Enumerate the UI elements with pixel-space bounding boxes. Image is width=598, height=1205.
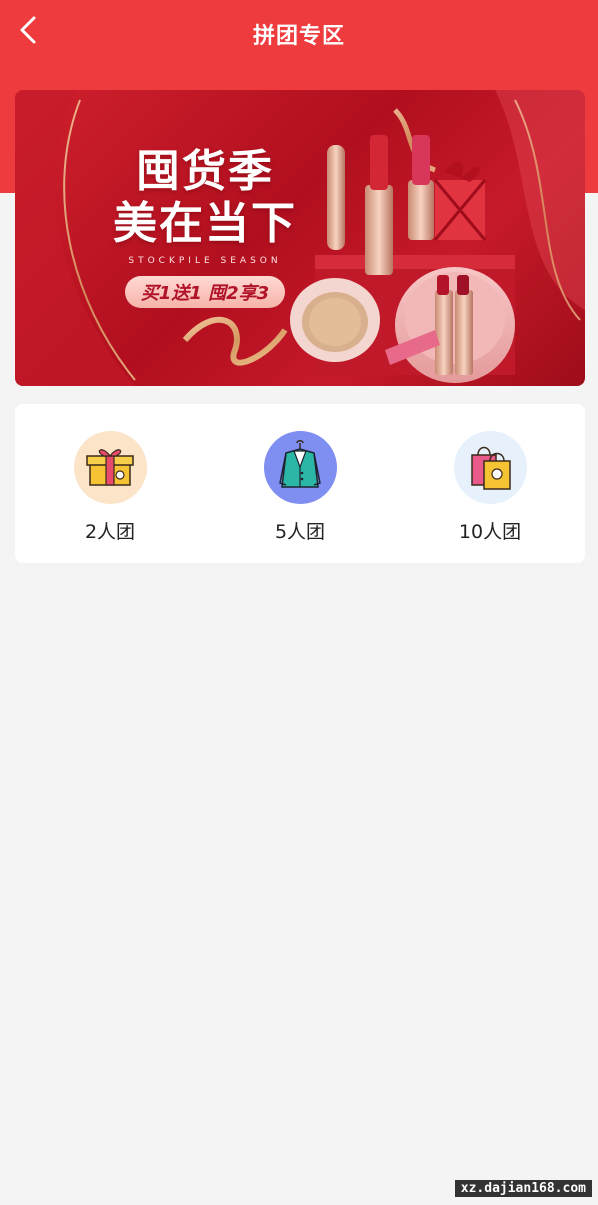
group-option-label: 2人团 xyxy=(84,521,136,543)
shopping-bags-icon xyxy=(454,431,527,504)
banner-headline: 囤货季 美在当下 STOCKPILE SEASON 买1送1 囤2享3 xyxy=(110,146,300,308)
suit-jacket-icon xyxy=(264,431,337,504)
group-option-2[interactable]: 2人团 xyxy=(40,431,180,543)
promo-banner[interactable]: 囤货季 美在当下 STOCKPILE SEASON 买1送1 囤2享3 xyxy=(15,90,585,386)
group-option-label: 10人团 xyxy=(458,521,522,543)
banner-title-line2: 美在当下 xyxy=(113,198,297,249)
banner-title-line1: 囤货季 xyxy=(136,146,274,197)
group-option-5[interactable]: 5人团 xyxy=(230,431,370,543)
group-type-card: 2人团 5人团 10人团 xyxy=(15,404,585,563)
group-option-10[interactable]: 10人团 xyxy=(420,431,560,543)
banner-promo-tag: 买1送1 囤2享3 xyxy=(124,276,286,308)
gift-box-icon xyxy=(74,431,147,504)
banner-artwork xyxy=(15,90,585,386)
group-option-label: 5人团 xyxy=(274,521,326,543)
banner-subtitle: STOCKPILE SEASON xyxy=(128,256,282,266)
top-nav-bar: 拼团专区 xyxy=(0,0,598,68)
site-watermark: xz.dajian168.com xyxy=(454,1180,592,1197)
page-title: 拼团专区 xyxy=(252,24,345,49)
